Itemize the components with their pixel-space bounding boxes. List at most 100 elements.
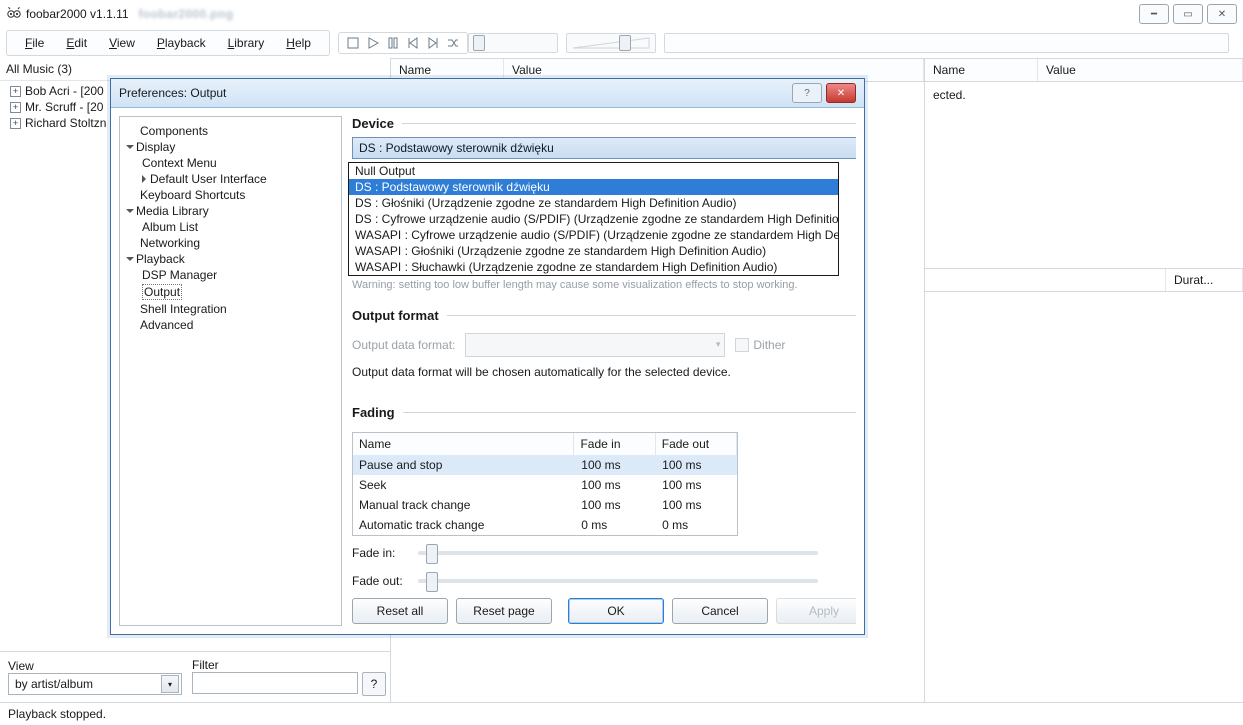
- tree-album-list[interactable]: Album List: [128, 219, 333, 235]
- device-option[interactable]: Null Output: [349, 163, 838, 179]
- expand-icon[interactable]: [142, 175, 146, 183]
- dialog-close-button[interactable]: ✕: [826, 83, 856, 103]
- tree-networking[interactable]: Networking: [128, 235, 333, 251]
- random-icon[interactable]: [445, 35, 461, 51]
- table-row[interactable]: Automatic track change0 ms0 ms: [353, 515, 737, 535]
- window-controls: ━ ▭ ✕: [1135, 4, 1237, 24]
- col-value[interactable]: Value: [1038, 59, 1243, 81]
- expand-icon[interactable]: +: [10, 102, 21, 113]
- title-bar: foobar2000 v1.1.11 foobar2000.png ━ ▭ ✕: [0, 0, 1243, 28]
- right-header: Name Value: [925, 58, 1243, 82]
- preferences-tree[interactable]: Components Display Context Menu Default …: [119, 116, 342, 626]
- pause-icon[interactable]: [385, 35, 401, 51]
- filter-input[interactable]: [192, 672, 358, 694]
- dialog-help-button[interactable]: ?: [792, 83, 822, 103]
- filter-help-button[interactable]: ?: [362, 672, 386, 696]
- menu-toolbar-row: File Edit View Playback Library Help: [0, 28, 1243, 58]
- menu-view[interactable]: View: [99, 33, 145, 53]
- tree-advanced[interactable]: Advanced: [128, 317, 333, 333]
- col-fade-in[interactable]: Fade in: [574, 433, 655, 455]
- expand-icon[interactable]: +: [10, 86, 21, 97]
- tree-media-library[interactable]: Media Library: [128, 203, 333, 219]
- col-name[interactable]: Name: [353, 433, 574, 455]
- fade-out-label: Fade out:: [352, 574, 408, 588]
- volume-slider[interactable]: [566, 33, 656, 53]
- stop-icon[interactable]: [345, 35, 361, 51]
- chevron-down-icon: ▾: [161, 675, 179, 693]
- play-icon[interactable]: [365, 35, 381, 51]
- expand-icon[interactable]: +: [10, 118, 21, 129]
- status-text: Playback stopped.: [8, 707, 106, 721]
- buffer-warning: Warning: setting too low buffer length m…: [352, 275, 856, 295]
- seek-bar[interactable]: [664, 33, 1229, 53]
- playlist-header: Durat...: [925, 268, 1243, 292]
- fading-title: Fading: [352, 405, 856, 420]
- view-combo[interactable]: by artist/album ▾: [8, 673, 182, 695]
- tree-context-menu[interactable]: Context Menu: [128, 155, 333, 171]
- device-option[interactable]: WASAPI : Cyfrowe urządzenie audio (S/PDI…: [349, 227, 838, 243]
- dialog-body: Components Display Context Menu Default …: [111, 108, 864, 634]
- table-row[interactable]: Manual track change100 ms100 ms: [353, 495, 737, 515]
- right-panel: Name Value ected. Durat...: [924, 58, 1243, 702]
- reset-all-button[interactable]: Reset all: [352, 598, 448, 624]
- device-combo[interactable]: DS : Podstawowy sterownik dźwięku ▼: [352, 137, 856, 159]
- col-fade-out[interactable]: Fade out: [656, 433, 737, 455]
- expand-icon[interactable]: [126, 209, 134, 213]
- tree-display[interactable]: Display: [128, 139, 333, 155]
- tree-dsp[interactable]: DSP Manager: [128, 267, 333, 283]
- menu-edit[interactable]: Edit: [56, 33, 97, 53]
- minimize-button[interactable]: ━: [1139, 4, 1169, 24]
- window-title-extra: foobar2000.png: [139, 7, 234, 21]
- dialog-title-bar[interactable]: Preferences: Output ? ✕: [111, 79, 864, 108]
- tree-shell[interactable]: Shell Integration: [128, 301, 333, 317]
- seek-slider-small[interactable]: [468, 33, 558, 53]
- col-playing[interactable]: [925, 269, 1166, 291]
- device-option[interactable]: WASAPI : Słuchawki (Urządzenie zgodne ze…: [349, 259, 838, 275]
- app-logo-icon: [6, 6, 22, 22]
- ok-button[interactable]: OK: [568, 598, 664, 624]
- expand-icon[interactable]: [126, 257, 134, 261]
- chevron-down-icon: ▾: [716, 339, 721, 350]
- device-dropdown-list[interactable]: Null Output DS : Podstawowy sterownik dź…: [348, 162, 839, 276]
- status-bar: Playback stopped.: [0, 702, 1243, 725]
- device-section-title: Device: [352, 116, 856, 131]
- table-row[interactable]: Seek100 ms100 ms: [353, 475, 737, 495]
- dialog-title: Preferences: Output: [119, 86, 788, 100]
- tree-dui[interactable]: Default User Interface: [128, 171, 333, 187]
- close-button[interactable]: ✕: [1207, 4, 1237, 24]
- col-name[interactable]: Name: [925, 59, 1038, 81]
- expand-icon[interactable]: [126, 145, 134, 149]
- fading-table-header: Name Fade in Fade out: [353, 433, 737, 455]
- next-icon[interactable]: [425, 35, 441, 51]
- col-duration[interactable]: Durat...: [1166, 269, 1243, 291]
- tree-keyboard[interactable]: Keyboard Shortcuts: [128, 187, 333, 203]
- menu-playback[interactable]: Playback: [147, 33, 216, 53]
- output-format-title: Output format: [352, 308, 856, 323]
- filter-label: Filter: [192, 658, 386, 672]
- menu-bar: File Edit View Playback Library Help: [6, 30, 330, 56]
- right-body-text: ected.: [925, 82, 1243, 108]
- fade-in-slider[interactable]: [418, 551, 818, 555]
- device-option[interactable]: DS : Podstawowy sterownik dźwięku: [349, 179, 838, 195]
- view-label: View: [8, 659, 182, 673]
- apply-button: Apply: [776, 598, 856, 624]
- tree-playback[interactable]: Playback: [128, 251, 333, 267]
- prev-icon[interactable]: [405, 35, 421, 51]
- device-option[interactable]: DS : Cyfrowe urządzenie audio (S/PDIF) (…: [349, 211, 838, 227]
- tree-components[interactable]: Components: [128, 123, 333, 139]
- tree-output[interactable]: Output: [128, 283, 333, 301]
- preferences-dialog: Preferences: Output ? ✕ Components Displ…: [110, 78, 865, 635]
- output-format-note: Output data format will be chosen automa…: [352, 365, 856, 379]
- fade-out-slider[interactable]: [418, 579, 818, 583]
- reset-page-button[interactable]: Reset page: [456, 598, 552, 624]
- cancel-button[interactable]: Cancel: [672, 598, 768, 624]
- fading-table[interactable]: Name Fade in Fade out Pause and stop100 …: [352, 432, 738, 536]
- menu-library[interactable]: Library: [218, 33, 275, 53]
- menu-help[interactable]: Help: [276, 33, 321, 53]
- table-row[interactable]: Pause and stop100 ms100 ms: [353, 455, 737, 475]
- device-option[interactable]: WASAPI : Głośniki (Urządzenie zgodne ze …: [349, 243, 838, 259]
- menu-file[interactable]: File: [15, 33, 54, 53]
- bottom-filter-row: View by artist/album ▾ Filter ?: [0, 651, 390, 702]
- maximize-button[interactable]: ▭: [1173, 4, 1203, 24]
- device-option[interactable]: DS : Głośniki (Urządzenie zgodne ze stan…: [349, 195, 838, 211]
